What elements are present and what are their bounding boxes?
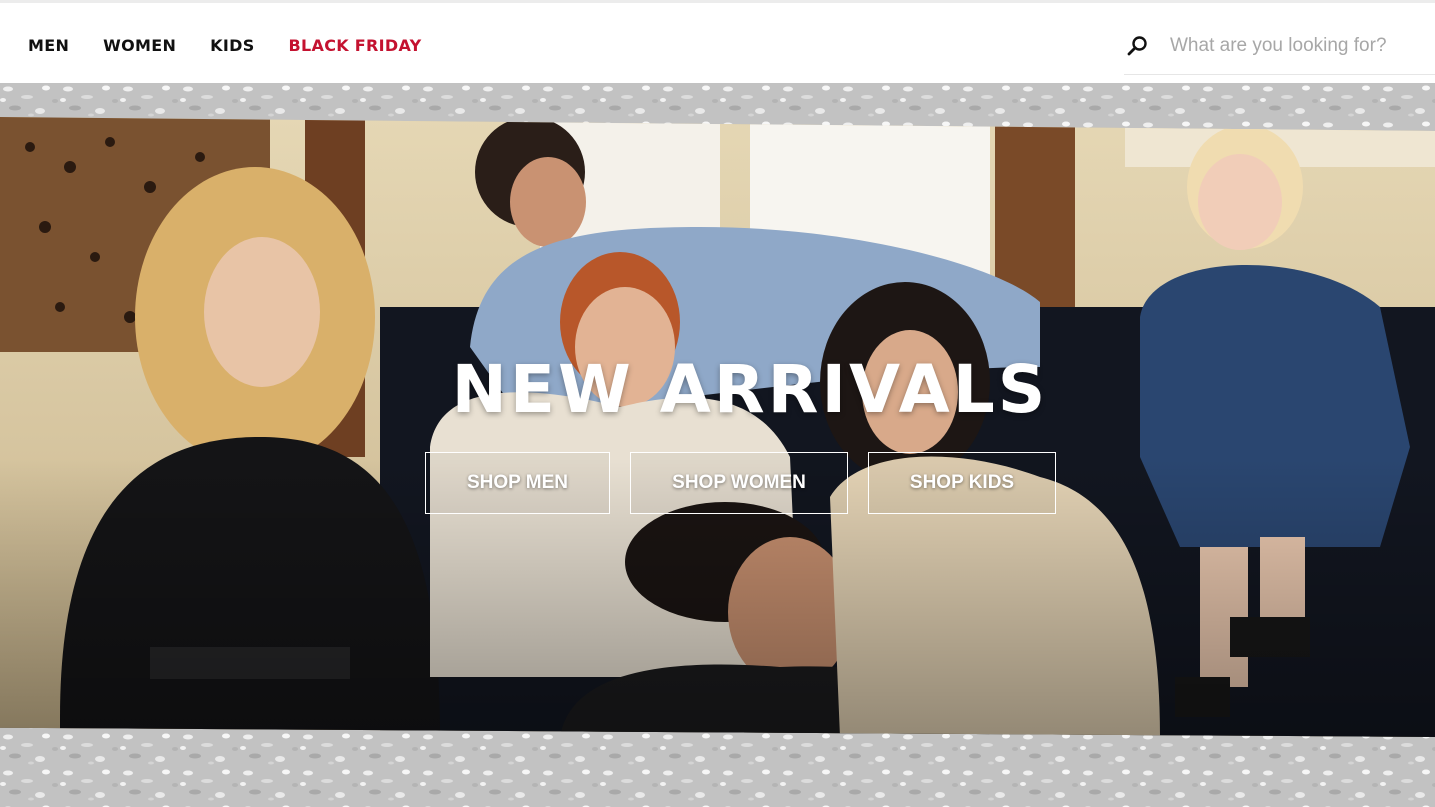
hero-banner: NEW ARRIVALS SHOP MEN SHOP WOMEN SHOP KI…	[0, 83, 1435, 807]
nav-item-kids[interactable]: KIDS	[210, 36, 254, 55]
search-icon[interactable]	[1126, 35, 1148, 57]
search-input[interactable]	[1170, 31, 1432, 61]
shop-women-button[interactable]: SHOP WOMEN	[630, 452, 848, 514]
shop-men-button[interactable]: SHOP MEN	[425, 452, 610, 514]
nav-item-black-friday[interactable]: BLACK FRIDAY	[289, 36, 422, 55]
main-nav: MEN WOMEN KIDS BLACK FRIDAY	[28, 36, 422, 55]
hero-title: NEW ARRIVALS	[451, 351, 1049, 428]
nav-item-men[interactable]: MEN	[28, 36, 69, 55]
site-header: MEN WOMEN KIDS BLACK FRIDAY	[0, 0, 1435, 83]
shop-kids-button[interactable]: SHOP KIDS	[868, 452, 1056, 514]
search-bar	[1124, 31, 1435, 75]
nav-item-women[interactable]: WOMEN	[103, 36, 176, 55]
